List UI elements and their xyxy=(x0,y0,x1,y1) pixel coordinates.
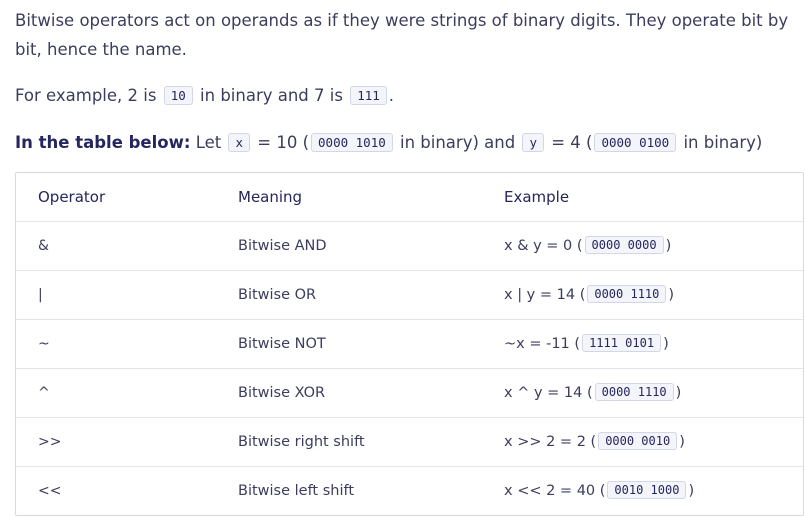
example-code: 1111 0101 xyxy=(582,334,662,352)
cell-meaning: Bitwise left shift xyxy=(238,483,355,499)
example-text-mid: in binary and 7 is xyxy=(194,86,349,105)
cell-operator: ~ xyxy=(16,319,238,369)
intro-paragraph: Bitwise operators act on operands as if … xyxy=(15,11,789,59)
example-post: ) xyxy=(663,336,669,352)
example-pre: x >> 2 = 2 ( xyxy=(504,434,597,450)
cell-example: x << 2 = 40 (0010 1000) xyxy=(504,467,803,516)
table-row: & Bitwise AND x & y = 0 (0000 0000) xyxy=(16,221,803,271)
cell-example: x ^ y = 14 (0000 1110) xyxy=(504,368,803,418)
example-text-post: . xyxy=(388,86,395,105)
cell-example: x & y = 0 (0000 0000) xyxy=(504,221,803,271)
table-row: ^ Bitwise XOR x ^ y = 14 (0000 1110) xyxy=(16,368,803,418)
example-post: ) xyxy=(675,385,682,401)
example-pre: x ^ y = 14 ( xyxy=(504,385,593,401)
table-note-t5: in binary) xyxy=(678,133,763,152)
example-pre: ~x = -11 ( xyxy=(504,336,581,352)
example-pre: x | y = 14 ( xyxy=(504,287,586,303)
inline-code-x-binary: 0000 1010 xyxy=(311,133,393,152)
example-code: 0000 1110 xyxy=(594,383,674,401)
example-paragraph: For example, 2 is 10 in binary and 7 is … xyxy=(15,81,803,111)
example-code: 0010 1000 xyxy=(607,481,687,499)
header-meaning: Meaning xyxy=(238,173,504,222)
operators-table-container: Operator Meaning Example & Bitwise AND x… xyxy=(15,172,804,516)
cell-meaning: Bitwise XOR xyxy=(238,368,504,418)
cell-operator: ^ xyxy=(16,368,238,418)
table-note-t2: = 10 ( xyxy=(252,133,310,152)
cell-operator: >> xyxy=(16,417,238,467)
cell-example: x | y = 14 (0000 1110) xyxy=(504,270,803,320)
example-post: ) xyxy=(679,434,685,450)
cell-meaning: Bitwise right shift xyxy=(238,417,504,467)
example-post: ) xyxy=(665,238,672,254)
cell-meaning: Bitwise NOT xyxy=(238,319,504,369)
table-note-paragraph: In the table below: Let x = 10 (0000 101… xyxy=(15,128,803,158)
article-content: Bitwise operators act on operands as if … xyxy=(15,6,804,516)
cell-operator: | xyxy=(16,270,238,320)
example-pre: x << 2 = 40 ( xyxy=(504,483,606,499)
cell-example: ~x = -11 (1111 0101) xyxy=(504,319,803,369)
cell-operator: << xyxy=(38,483,62,499)
inline-code-x: x xyxy=(228,133,251,152)
table-note-bold: In the table below: xyxy=(15,133,191,152)
cell-meaning: Bitwise OR xyxy=(238,270,504,320)
example-post: ) xyxy=(688,483,695,499)
inline-code-111: 111 xyxy=(350,86,387,105)
table-row: >> Bitwise right shift x >> 2 = 2 (0000 … xyxy=(16,417,803,467)
header-operator: Operator xyxy=(16,173,238,222)
table-note-t3: in binary) and xyxy=(394,133,521,152)
table-header-row: Operator Meaning Example xyxy=(16,173,803,222)
example-code: 0000 0000 xyxy=(584,236,664,254)
example-code: 0000 1110 xyxy=(587,285,667,303)
example-code: 0000 0010 xyxy=(598,432,678,450)
inline-code-10: 10 xyxy=(163,86,193,105)
table-row: ~ Bitwise NOT ~x = -11 (1111 0101) xyxy=(16,319,803,369)
example-pre: x & y = 0 ( xyxy=(504,238,583,254)
table-note-t1: Let xyxy=(190,133,227,152)
cell-example: x >> 2 = 2 (0000 0010) xyxy=(504,417,803,467)
bitwise-operators-table: Operator Meaning Example & Bitwise AND x… xyxy=(16,173,803,515)
inline-code-y: y xyxy=(522,133,544,152)
example-text-pre: For example, 2 is xyxy=(15,86,162,105)
inline-code-y-binary: 0000 0100 xyxy=(594,133,677,152)
cell-meaning: Bitwise AND xyxy=(238,221,504,271)
example-post: ) xyxy=(668,287,675,303)
table-row: | Bitwise OR x | y = 14 (0000 1110) xyxy=(16,270,803,320)
header-example: Example xyxy=(504,173,803,222)
table-note-t4: = 4 ( xyxy=(545,133,593,152)
cell-operator: & xyxy=(16,221,238,271)
table-row: << Bitwise left shift x << 2 = 40 (0010 … xyxy=(16,467,803,516)
